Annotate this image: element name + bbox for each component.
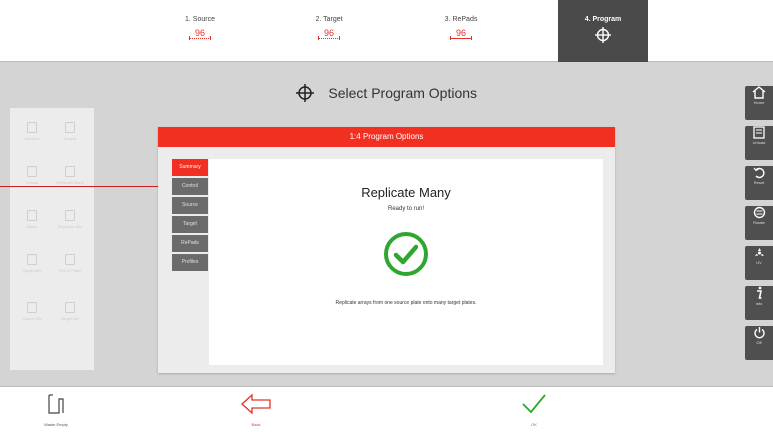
step-repads[interactable]: 3. RePads 96 <box>416 0 506 62</box>
palette-item: Replicate Many <box>52 166 88 185</box>
callout-line <box>0 186 158 187</box>
step-source-label: 1. Source <box>185 16 215 23</box>
reset-icon <box>753 167 764 179</box>
program-status: Ready to run! <box>387 206 425 212</box>
palette-item: Replicate Mix <box>52 210 88 229</box>
step-repads-label: 3. RePads <box>444 16 478 23</box>
unload-button[interactable]: Unload <box>745 126 773 160</box>
program-options-dialog: 1:4 Program Options Summary Control Sour… <box>158 127 615 373</box>
page-title-row: Select Program Options <box>0 84 773 102</box>
checkmark-circle-icon <box>384 232 428 276</box>
palette-item: Mixes <box>14 210 50 229</box>
rotate-button[interactable]: Rotate <box>745 206 773 240</box>
rotate-icon <box>753 206 765 219</box>
info-icon <box>757 286 762 299</box>
bottom-bar: Waste Empty Back OK <box>0 386 773 432</box>
tab-source[interactable]: Source <box>172 197 208 214</box>
step-target[interactable]: 2. Target 96 <box>284 0 374 62</box>
program-name: Replicate Many <box>361 185 451 200</box>
step-target-label: 2. Target <box>315 16 343 23</box>
palette-item: Repeat <box>52 122 88 141</box>
step-program-label: 4. Program <box>584 16 622 23</box>
step-source-count: 96 <box>188 28 212 40</box>
back-button[interactable]: Back <box>216 393 296 427</box>
palette-item: Recents <box>14 122 50 141</box>
uv-button[interactable]: UV <box>745 246 773 280</box>
step-repads-count: 96 <box>449 28 473 40</box>
unload-icon <box>753 126 765 139</box>
crosshair-icon <box>295 84 314 102</box>
back-arrow-icon <box>241 393 271 415</box>
dialog-header: 1:4 Program Options <box>158 127 615 147</box>
program-palette: Recents Repeat Unload Replicate Many Mix… <box>10 108 94 370</box>
step-target-count: 96 <box>317 28 341 40</box>
waste-empty-button[interactable]: Waste Empty <box>16 393 96 427</box>
right-sidebar: Home Unload Reset Rotate UV Info Off <box>745 80 773 366</box>
page-title: Select Program Options <box>328 85 478 101</box>
ok-check-icon <box>522 394 546 414</box>
crosshair-icon <box>595 27 611 43</box>
step-program[interactable]: 4. Program <box>558 0 648 62</box>
palette-item: Source Mix <box>14 302 50 321</box>
summary-panel: Replicate Many Ready to run! Replicate a… <box>209 159 603 365</box>
info-button[interactable]: Info <box>745 286 773 320</box>
back-label: Back <box>251 422 261 427</box>
tab-control[interactable]: Control <box>172 178 208 195</box>
step-bar: 1. Source 96 2. Target 96 3. RePads 96 4… <box>0 0 773 62</box>
home-icon <box>752 86 766 99</box>
step-source[interactable]: 1. Source 96 <box>155 0 245 62</box>
reset-button[interactable]: Reset <box>745 166 773 200</box>
tab-target[interactable]: Target <box>172 216 208 233</box>
tab-repads[interactable]: RePads <box>172 235 208 252</box>
ok-label: OK <box>531 422 537 427</box>
palette-item: Unload <box>14 166 50 185</box>
ok-button[interactable]: OK <box>494 393 574 427</box>
uv-icon <box>754 248 764 256</box>
program-description: Replicate arrays from one source plate o… <box>335 300 477 306</box>
option-tabs: Summary Control Source Target RePads Pro… <box>172 159 208 273</box>
palette-item: Target Mix <box>52 302 88 321</box>
palette-item: Target Mix <box>14 254 50 273</box>
tab-profiles[interactable]: Profiles <box>172 254 208 271</box>
power-icon <box>753 327 765 339</box>
waste-bin-icon <box>48 394 64 414</box>
tab-summary[interactable]: Summary <box>172 159 208 176</box>
power-button[interactable]: Off <box>745 326 773 360</box>
waste-empty-label: Waste Empty <box>44 422 68 427</box>
home-button[interactable]: Home <box>745 86 773 120</box>
palette-item: Pick & Place <box>52 254 88 273</box>
